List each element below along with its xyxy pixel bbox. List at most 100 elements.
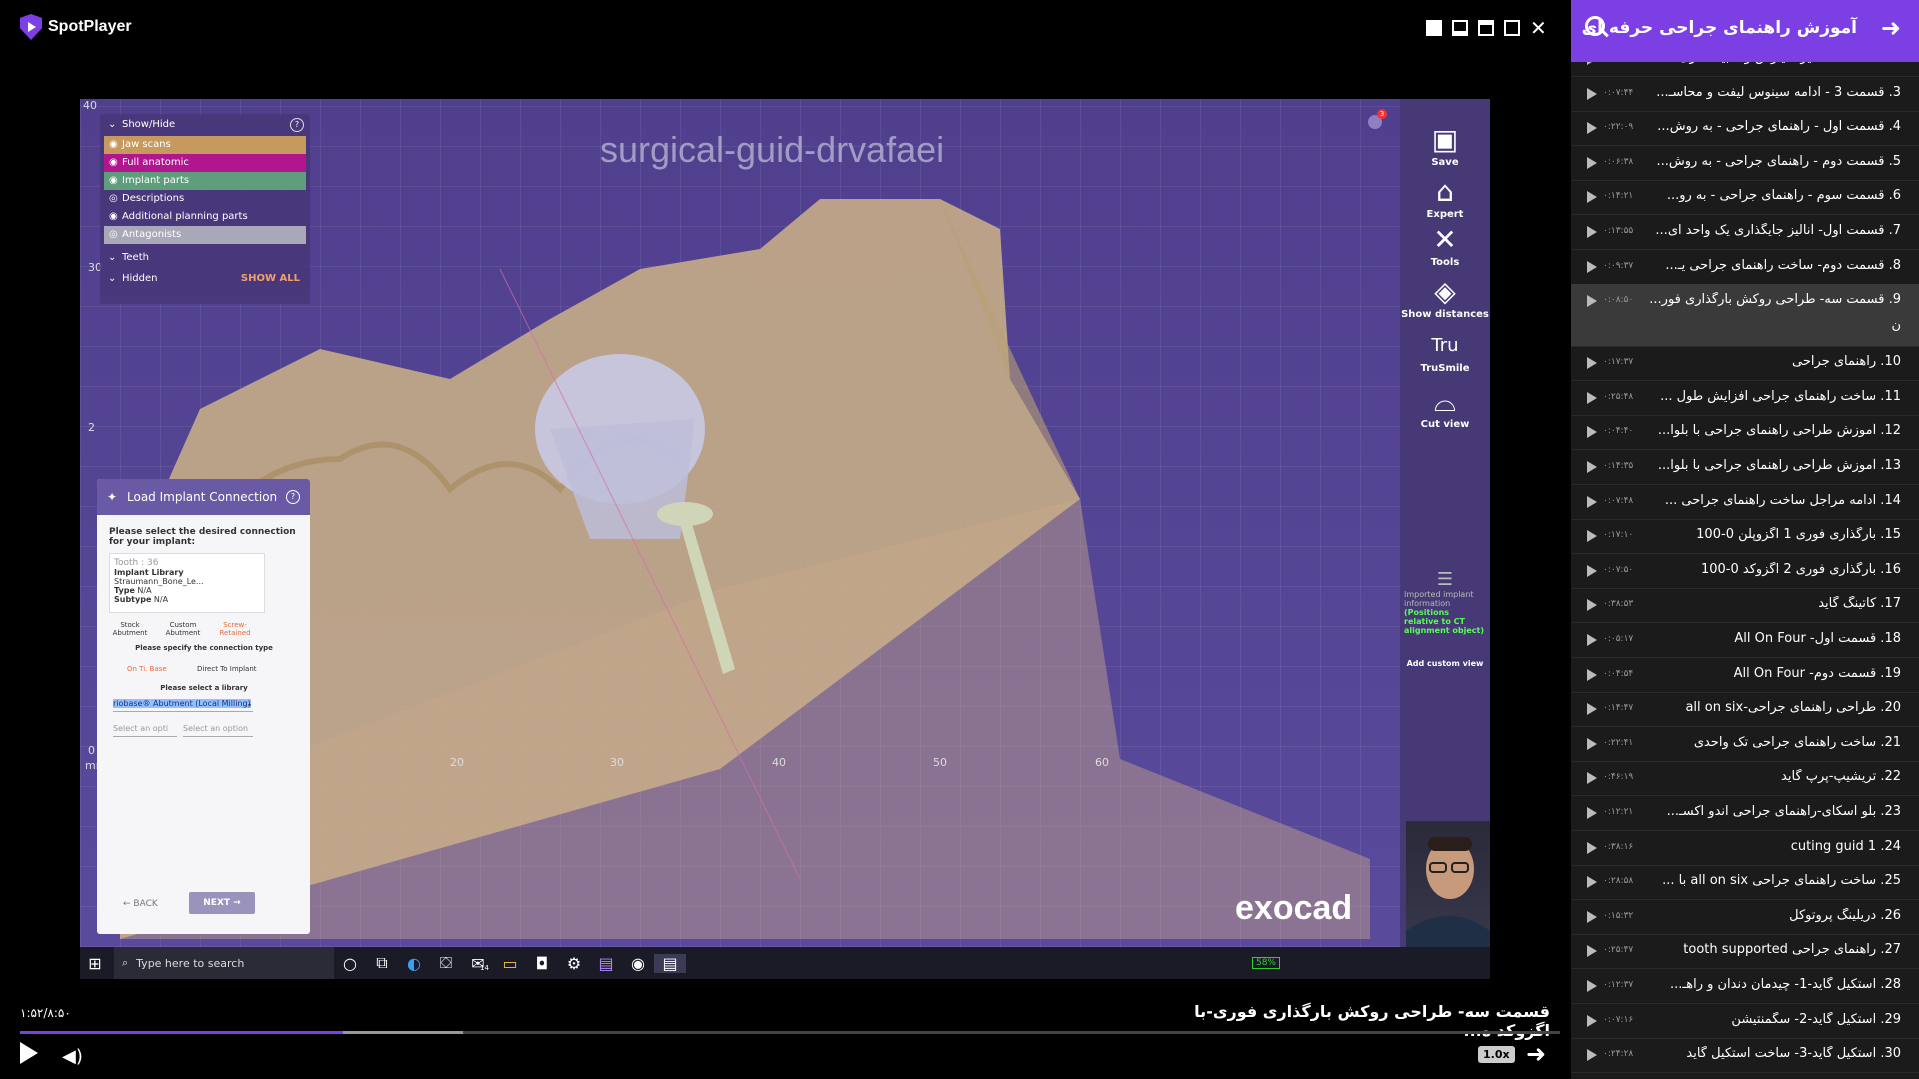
close-icon[interactable]: ✕ <box>1530 18 1547 38</box>
option-custom-abutment[interactable]: Custom Abutment <box>163 621 203 637</box>
show-all-button[interactable]: SHOW ALL <box>241 270 300 288</box>
play-icon[interactable] <box>1587 260 1597 273</box>
next-button[interactable]: NEXT → <box>189 892 255 914</box>
play-icon[interactable] <box>1587 980 1597 992</box>
help-icon[interactable]: ? <box>290 118 304 132</box>
playlist-item[interactable]: ۰:۰۴:۵۴ 19. قسمت دوم- All On Four <box>1571 658 1919 693</box>
play-icon[interactable] <box>20 1042 38 1064</box>
play-icon[interactable] <box>1587 599 1597 612</box>
playlist-item[interactable]: ۰:۰۷:۴۴ 3. قسمت 3 - ادامه سینوس لیفت و مح… <box>1571 77 1919 112</box>
playlist-item[interactable]: ۰:۲۵:۴۸ 11. ساخت راهنمای جراحی افزایش طول… <box>1571 381 1919 416</box>
playlist-item[interactable]: ۰:۰۸:۵۰ 9. قسمت سه- طراحی روکش بارگذاری ف… <box>1571 284 1919 348</box>
layer-full-anatomic[interactable]: ◉ Full anatomic <box>104 154 306 172</box>
recorder-app-icon[interactable]: ◉ <box>622 954 654 973</box>
edge-browser-icon[interactable]: ◐ <box>398 954 430 973</box>
progress-bar[interactable] <box>20 1031 1560 1034</box>
play-icon[interactable] <box>1587 295 1597 308</box>
cortana-icon[interactable]: ○ <box>334 954 366 973</box>
playlist-item[interactable]: ۰:۰۵:۱۷ 18. قسمت اول- All On Four <box>1571 623 1919 658</box>
playlist-item[interactable]: ۰:۱۴:۲۱ 6. قسمت سوم - راهنمای جراحی - به … <box>1571 180 1919 216</box>
playlist-item[interactable]: ۰:۱۴:۴۷ 20. طراحی راهنمای جراحی-all on si… <box>1571 692 1919 728</box>
playlist-item[interactable]: ۰:۱۷:۳۷ 10. راهنمای جراحی <box>1571 346 1919 382</box>
play-icon[interactable] <box>1587 87 1597 100</box>
file-explorer-icon[interactable]: ▭ <box>494 954 526 973</box>
playlist-item[interactable]: ۰:۲۸:۵۸ 25. ساخت راهنمای جراحی all on six… <box>1571 865 1919 901</box>
exocad-active-app-icon[interactable]: ▤ <box>654 953 686 973</box>
settings-gear-icon[interactable]: ⚙ <box>558 954 590 973</box>
playlist-item[interactable]: ۰:۰۷:۱۶ 29. استکیل گاید-2- سگمنتیشن <box>1571 1004 1919 1039</box>
playlist-item[interactable]: ۰:۰۷:۴۸ 14. ادامه مراجل ساخت راهنمای جراح… <box>1571 485 1919 520</box>
add-custom-view-button[interactable]: Add custom view <box>1404 659 1486 668</box>
option-on-ti-base[interactable]: On Ti. Base <box>127 665 167 673</box>
notification-bell-icon[interactable]: 3 <box>1368 109 1387 129</box>
playlist-item[interactable]: ۰:۱۴:۳۵ 13. آموزش طراحی راهنمای جراحی با … <box>1571 450 1919 485</box>
play-icon[interactable] <box>1587 703 1597 716</box>
next-arrow-icon[interactable]: ➜ <box>1526 1040 1546 1068</box>
play-icon[interactable] <box>1587 461 1597 473</box>
play-icon[interactable] <box>1587 841 1597 854</box>
play-icon[interactable] <box>1587 391 1597 404</box>
play-icon[interactable] <box>1587 357 1597 370</box>
layer-antagonists[interactable]: ◎ Antagonists <box>104 226 306 244</box>
arrow-right-icon[interactable]: ➜ <box>1881 14 1901 42</box>
windows-start-icon[interactable]: ⊞ <box>80 954 110 973</box>
exocad-app-icon[interactable]: ▤ <box>590 954 622 973</box>
playlist-item[interactable]: ۰:۱۷:۱۰ 15. بارگذاری فوری 1 اگزوپلن 0-100 <box>1571 519 1919 555</box>
camera-icon[interactable]: ◘ <box>526 954 558 973</box>
tools-tool-button[interactable]: ✕ Tools <box>1400 223 1490 268</box>
play-icon[interactable] <box>1587 122 1597 135</box>
playlist-item[interactable]: ۰:۲۲:۴۱ 21. ساخت راهنمای جراحی تک واحدی <box>1571 727 1919 762</box>
second-option-select[interactable]: Select an option <box>183 724 253 737</box>
playlist-item[interactable]: ۰:۰۴:۴۰ 12. آموزش طراحی راهنمای جراحی با … <box>1571 415 1919 451</box>
first-option-select[interactable]: Select an opti <box>113 724 177 737</box>
play-icon[interactable] <box>1587 1014 1597 1027</box>
save-tool-button[interactable]: ▣ Save <box>1400 123 1490 168</box>
play-icon[interactable] <box>1587 910 1597 923</box>
play-icon[interactable] <box>1587 668 1597 681</box>
store-icon[interactable]: ⛋ <box>430 953 462 973</box>
layer-additional-planning[interactable]: ◉ Additional planning parts <box>104 208 306 226</box>
trusmile-button[interactable]: Tru TruSmile <box>1400 329 1490 374</box>
playlist-item[interactable]: ۰:۳۸:۱۶ 24. cuting guid 1 <box>1571 831 1919 866</box>
eye-off-icon[interactable]: ◎ <box>109 190 118 208</box>
playlist-item[interactable]: ۰:۱۵:۳۲ 26. دریلینگ پروتوکل <box>1571 900 1919 935</box>
playlist-item[interactable]: ۰:۰۶:۳۸ 5. قسمت دوم - راهنمای جراحی - به … <box>1571 146 1919 181</box>
layer-implant-parts[interactable]: ◉ Implant parts <box>104 172 306 190</box>
hidden-group[interactable]: ⌄ Hidden SHOW ALL <box>104 270 306 288</box>
play-icon[interactable] <box>1587 634 1597 646</box>
fullscreen-square-icon[interactable] <box>1426 20 1442 36</box>
minimize-icon[interactable] <box>1452 20 1468 36</box>
playlist-item[interactable]: ۰:۳۸:۵۳ 17. کاتینگ گاید <box>1571 588 1919 624</box>
show-hide-header[interactable]: ⌄ Show/Hide ? <box>104 116 306 134</box>
eye-icon[interactable]: ◉ <box>109 136 118 154</box>
cut-view-button[interactable]: ⌓ Cut view <box>1400 385 1490 430</box>
playlist-item[interactable]: ۰:۴۶:۱۹ 22. تریشیپ-پرپ گاید <box>1571 761 1919 797</box>
show-distances-button[interactable]: ◈ Show distances <box>1400 275 1490 320</box>
eye-icon[interactable]: ◉ <box>109 208 118 226</box>
option-stock-abutment[interactable]: Stock Abutment <box>111 621 149 637</box>
option-direct-to-implant[interactable]: Direct To Implant <box>197 665 257 673</box>
play-icon[interactable] <box>1587 426 1597 439</box>
volume-icon[interactable]: ◀) <box>62 1046 83 1067</box>
video-frame[interactable]: surgical-guid-drvafaei exocad 40 30 2 0 … <box>80 99 1490 979</box>
eye-icon[interactable]: ◉ <box>109 154 118 172</box>
layer-descriptions[interactable]: ◎ Descriptions <box>104 190 306 208</box>
option-screw-retained[interactable]: Screw-Retained <box>215 621 255 637</box>
expert-tool-button[interactable]: ⌂ Expert <box>1400 175 1490 220</box>
play-icon[interactable] <box>1587 495 1597 508</box>
play-icon[interactable] <box>1587 226 1597 238</box>
mail-icon[interactable]: ✉ 14 <box>462 954 494 973</box>
playlist-item[interactable]: ۰:۰۷:۵۰ 16. بارگذاری فوری 2 اگزوکد 0-100 <box>1571 554 1919 589</box>
taskbar-search-box[interactable]: ⌕ Type here to search <box>114 947 334 979</box>
play-icon[interactable] <box>1587 530 1597 543</box>
playlist-item[interactable]: ۰:۱۲:۳۷ 28. استکیل گاید-1- چیدمان دندان و… <box>1571 969 1919 1004</box>
play-icon[interactable] <box>1587 945 1597 958</box>
eye-icon[interactable]: ◉ <box>109 172 118 190</box>
playlist-item[interactable]: ۰:۲۲:۰۹ 4. قسمت اول - راهنمای جراحی - به … <box>1571 111 1919 147</box>
restore-icon[interactable] <box>1504 20 1520 36</box>
maximize-icon[interactable] <box>1478 20 1494 36</box>
library-select[interactable]: riobase® Abutment (Local Milling) ⌄ <box>113 699 253 712</box>
playlist-item[interactable]: ۰:۱۲:۲۱ 23. بلو اسکای-راهنمای جراحی اندو … <box>1571 796 1919 831</box>
play-icon[interactable] <box>1587 156 1597 169</box>
play-icon[interactable] <box>1587 1049 1597 1062</box>
